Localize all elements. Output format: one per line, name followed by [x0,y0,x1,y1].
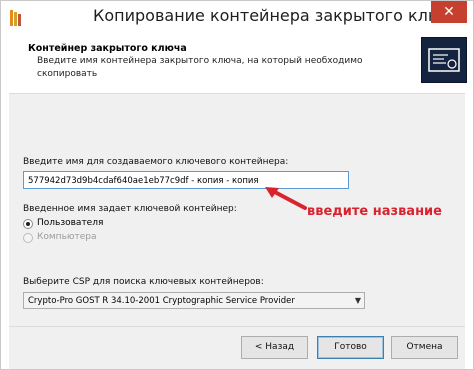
close-icon: ✕ [443,4,455,20]
radio-user-label: Пользователя [37,218,104,228]
red-arrow-icon [265,187,307,210]
header-description: Введите имя контейнера закрытого ключа, … [37,56,363,79]
certificate-icon [421,37,467,83]
back-button[interactable]: < Назад [241,336,308,359]
cancel-button[interactable]: Отмена [391,336,458,359]
container-name-label: Введите имя для создаваемого ключевого к… [23,157,289,167]
chevron-down-icon: ▼ [354,296,361,305]
done-button[interactable]: Готово [317,336,384,359]
crypto-pro-logo-icon [10,10,21,26]
header-title: Контейнер закрытого ключа [28,43,187,54]
radio-computer-button[interactable] [23,233,33,243]
wizard-header: Контейнер закрытого ключа Введите имя ко… [9,35,467,93]
close-button[interactable]: ✕ [431,1,467,23]
content-area: Введите имя для создаваемого ключевого к… [9,94,465,326]
keyset-label: Введенное имя задает ключевой контейнер: [23,204,237,214]
dialog-window: Копирование контейнера закрытого ключа ✕… [0,0,474,370]
button-bar: < Назад Готово Отмена [9,326,465,369]
csp-select[interactable]: Crypto-Pro GOST R 34.10-2001 Cryptograph… [23,292,365,309]
csp-select-value: Crypto-Pro GOST R 34.10-2001 Cryptograph… [28,296,295,306]
annotation-text: введите название [307,204,442,219]
window-title: Копирование контейнера закрытого ключа [93,6,461,25]
csp-label: Выберите CSP для поиска ключевых контейн… [23,277,264,287]
radio-computer-label: Компьютера [37,232,97,242]
radio-user-button[interactable] [23,219,33,229]
title-bar: Копирование контейнера закрытого ключа ✕ [1,1,473,35]
